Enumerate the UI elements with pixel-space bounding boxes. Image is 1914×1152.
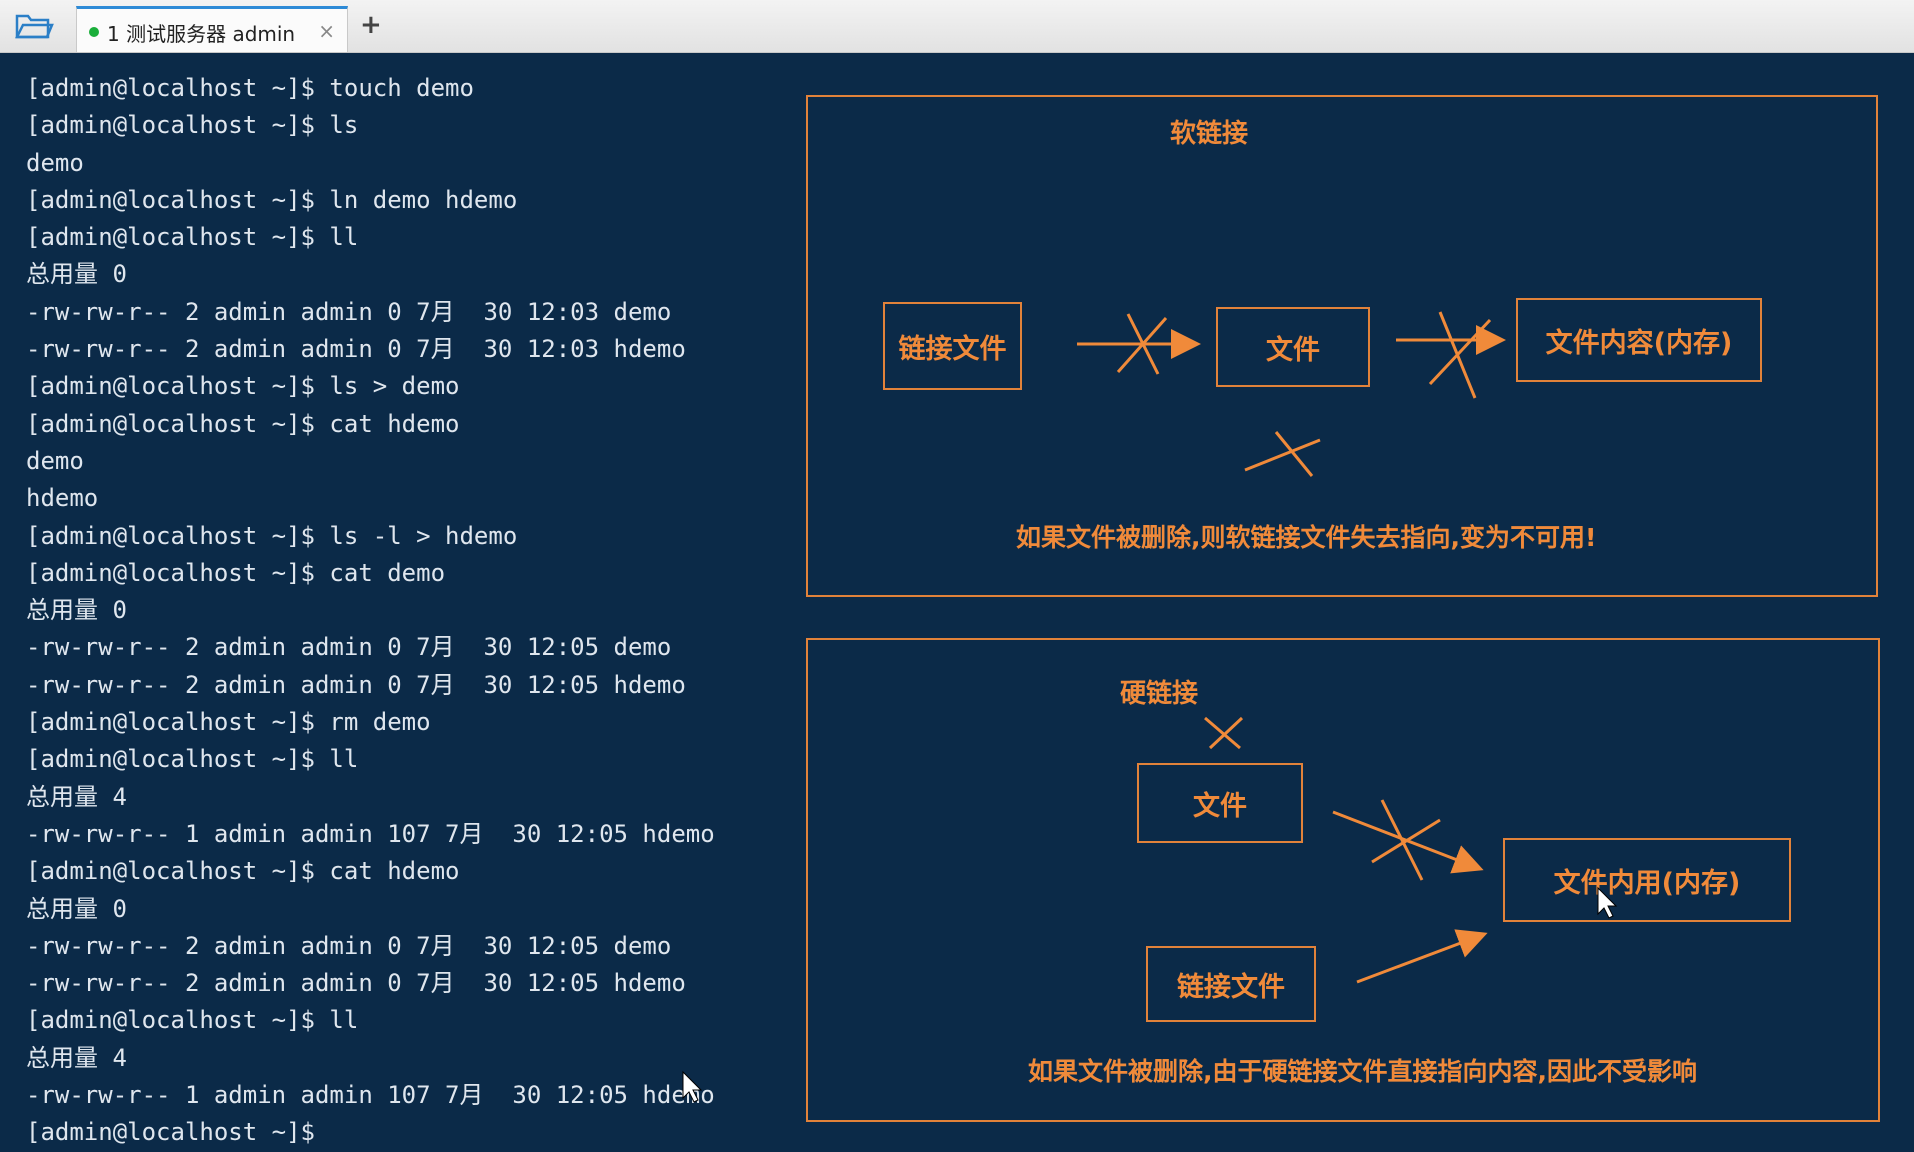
diagram-arrows (682, 311, 1618, 1103)
cross-mark-icon (1428, 311, 1492, 399)
mouse-cursor-icon (682, 1070, 703, 1103)
cross-mark-icon (1244, 431, 1321, 477)
hard-arrow-link-to-content (1356, 929, 1488, 984)
cross-mark-icon (1204, 716, 1244, 750)
mouse-cursor-icon (1597, 886, 1618, 919)
cross-mark-icon (1371, 799, 1441, 881)
